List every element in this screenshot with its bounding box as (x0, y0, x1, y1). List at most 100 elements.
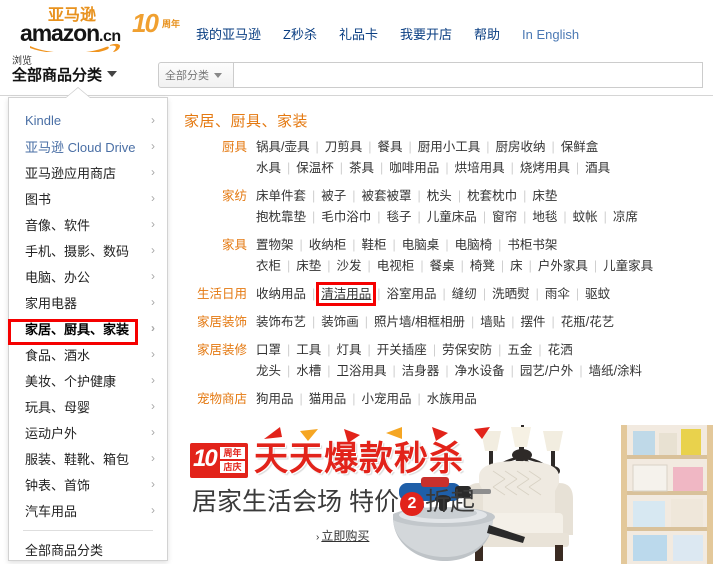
category-link[interactable]: 厨用小工具 (418, 137, 481, 158)
category-link[interactable]: 书柜书架 (507, 235, 557, 256)
category-link[interactable]: 蚊帐 (573, 207, 598, 228)
category-link[interactable]: 雨伞 (545, 284, 570, 305)
topnav-item-help[interactable]: 帮助 (474, 24, 500, 43)
category-link[interactable]: 园艺/户外 (520, 361, 573, 382)
category-link[interactable]: 被套被罩 (362, 186, 412, 207)
category-link[interactable]: 花瓶/花艺 (561, 312, 614, 333)
category-link[interactable]: 咖啡用品 (389, 158, 439, 179)
sidebar-item-watches-jewelry[interactable]: 钟表、首饰 › (9, 471, 167, 497)
category-link[interactable]: 装饰画 (321, 312, 359, 333)
category-link[interactable]: 水族用品 (427, 389, 477, 410)
sidebar-item-home-appliances[interactable]: 家用电器 › (9, 289, 167, 315)
category-link[interactable]: 毛巾浴巾 (321, 207, 371, 228)
sidebar-item-cloud-drive[interactable]: 亚马逊 Cloud Drive › (9, 133, 167, 159)
category-link[interactable]: 洗晒熨 (492, 284, 530, 305)
category-link[interactable]: 茶具 (349, 158, 374, 179)
category-link[interactable]: 水具 (256, 158, 281, 179)
category-link[interactable]: 餐桌 (430, 256, 455, 277)
sidebar-item-auto-supplies[interactable]: 汽车用品 › (9, 497, 167, 523)
topnav-item-z-flash-sale[interactable]: Z秒杀 (283, 24, 317, 43)
category-group-title[interactable]: 生活日用 (176, 284, 256, 305)
category-link[interactable]: 床单件套 (256, 186, 306, 207)
category-link[interactable]: 户外家具 (538, 256, 588, 277)
category-link[interactable]: 驱蚊 (585, 284, 610, 305)
category-group-title[interactable]: 家纺 (176, 186, 256, 228)
category-link[interactable]: 小宠用品 (362, 389, 412, 410)
category-link[interactable]: 餐具 (378, 137, 403, 158)
category-link[interactable]: 厨房收纳 (496, 137, 546, 158)
category-link[interactable]: 保鲜盒 (561, 137, 599, 158)
search-input[interactable] (234, 62, 703, 88)
category-link[interactable]: 摆件 (521, 312, 546, 333)
buy-now-link[interactable]: › 立即购买 (316, 527, 369, 544)
category-link[interactable]: 浴室用品 (387, 284, 437, 305)
promo-banner[interactable]: 10 周年 店庆 天天爆款秒杀 居家生活会场 特价 2 折起 › 立即购买 (176, 425, 713, 564)
category-link[interactable]: 工具 (296, 340, 321, 361)
category-link[interactable]: 收纳柜 (309, 235, 347, 256)
topnav-item-gift-card[interactable]: 礼品卡 (339, 24, 378, 43)
category-link[interactable]: 墙纸/涂料 (589, 361, 642, 382)
category-link[interactable]: 凉席 (613, 207, 638, 228)
category-link[interactable]: 床垫 (532, 186, 557, 207)
category-link[interactable]: 收纳用品 (256, 284, 306, 305)
sidebar-item-beauty-health[interactable]: 美妆、个护健康 › (9, 367, 167, 393)
category-link[interactable]: 装饰布艺 (256, 312, 306, 333)
category-link[interactable]: 电视柜 (377, 256, 415, 277)
sidebar-item-books[interactable]: 图书 › (9, 185, 167, 211)
category-link[interactable]: 龙头 (256, 361, 281, 382)
category-link[interactable]: 锅具/壶具 (256, 137, 309, 158)
category-link[interactable]: 椅凳 (470, 256, 495, 277)
category-link[interactable]: 灯具 (337, 340, 362, 361)
category-link[interactable]: 毯子 (387, 207, 412, 228)
category-link[interactable]: 狗用品 (256, 389, 294, 410)
category-link[interactable]: 缝纫 (452, 284, 477, 305)
category-link[interactable]: 口罩 (256, 340, 281, 361)
category-link[interactable]: 刀剪具 (325, 137, 363, 158)
category-group-title[interactable]: 家居装修 (176, 340, 256, 382)
category-link[interactable]: 被子 (321, 186, 346, 207)
category-link[interactable]: 电脑椅 (455, 235, 493, 256)
category-link[interactable]: 枕头 (427, 186, 452, 207)
browse-all-categories-button[interactable]: 浏览 全部商品分类 (12, 56, 152, 85)
category-link[interactable]: 净水设备 (455, 361, 505, 382)
sidebar-item-food-drink[interactable]: 食品、酒水 › (9, 341, 167, 367)
category-link[interactable]: 儿童家具 (603, 256, 653, 277)
category-link[interactable]: 抱枕靠垫 (256, 207, 306, 228)
category-group-title[interactable]: 家居装饰 (176, 312, 256, 333)
amazon-logo[interactable]: 亚马逊 amazon.cn 10 周年 (20, 6, 185, 55)
category-link[interactable]: 猫用品 (309, 389, 347, 410)
topnav-item-open-store[interactable]: 我要开店 (400, 24, 452, 43)
category-link[interactable]: 烧烤用具 (520, 158, 570, 179)
category-link[interactable]: 枕套枕巾 (467, 186, 517, 207)
category-link[interactable]: 保温杯 (296, 158, 334, 179)
category-link[interactable]: 照片墙/相框相册 (374, 312, 465, 333)
topnav-item-in-english[interactable]: In English (522, 27, 579, 42)
category-group-title[interactable]: 家具 (176, 235, 256, 277)
sidebar-item-phone-photo-digital[interactable]: 手机、摄影、数码 › (9, 237, 167, 263)
category-link[interactable]: 卫浴用具 (337, 361, 387, 382)
sidebar-item-media-software[interactable]: 音像、软件 › (9, 211, 167, 237)
category-link[interactable]: 墙贴 (480, 312, 505, 333)
topnav-item-my-amazon[interactable]: 我的亚马逊 (196, 24, 261, 43)
category-link[interactable]: 床垫 (296, 256, 321, 277)
sidebar-item-home-kitchen-decor[interactable]: 家居、厨具、家装 › (9, 315, 167, 341)
category-link[interactable]: 水槽 (296, 361, 321, 382)
category-link[interactable]: 花洒 (548, 340, 573, 361)
category-link[interactable]: 开关插座 (377, 340, 427, 361)
category-link[interactable]: 衣柜 (256, 256, 281, 277)
category-link-selected[interactable]: 清洁用品 (321, 284, 371, 305)
sidebar-item-kindle[interactable]: Kindle › (9, 107, 167, 133)
category-group-title[interactable]: 宠物商店 (176, 389, 256, 410)
category-link[interactable]: 床 (510, 256, 523, 277)
sidebar-item-apparel-shoes-bags[interactable]: 服装、鞋靴、箱包 › (9, 445, 167, 471)
category-link[interactable]: 洁身器 (402, 361, 440, 382)
category-link[interactable]: 窗帘 (492, 207, 517, 228)
category-link[interactable]: 地毯 (532, 207, 557, 228)
category-link[interactable]: 鞋柜 (362, 235, 387, 256)
category-link[interactable]: 劳保安防 (442, 340, 492, 361)
category-link[interactable]: 酒具 (585, 158, 610, 179)
sidebar-item-sports-outdoors[interactable]: 运动户外 › (9, 419, 167, 445)
category-group-title[interactable]: 厨具 (176, 137, 256, 179)
category-link[interactable]: 置物架 (256, 235, 294, 256)
category-link[interactable]: 儿童床品 (427, 207, 477, 228)
